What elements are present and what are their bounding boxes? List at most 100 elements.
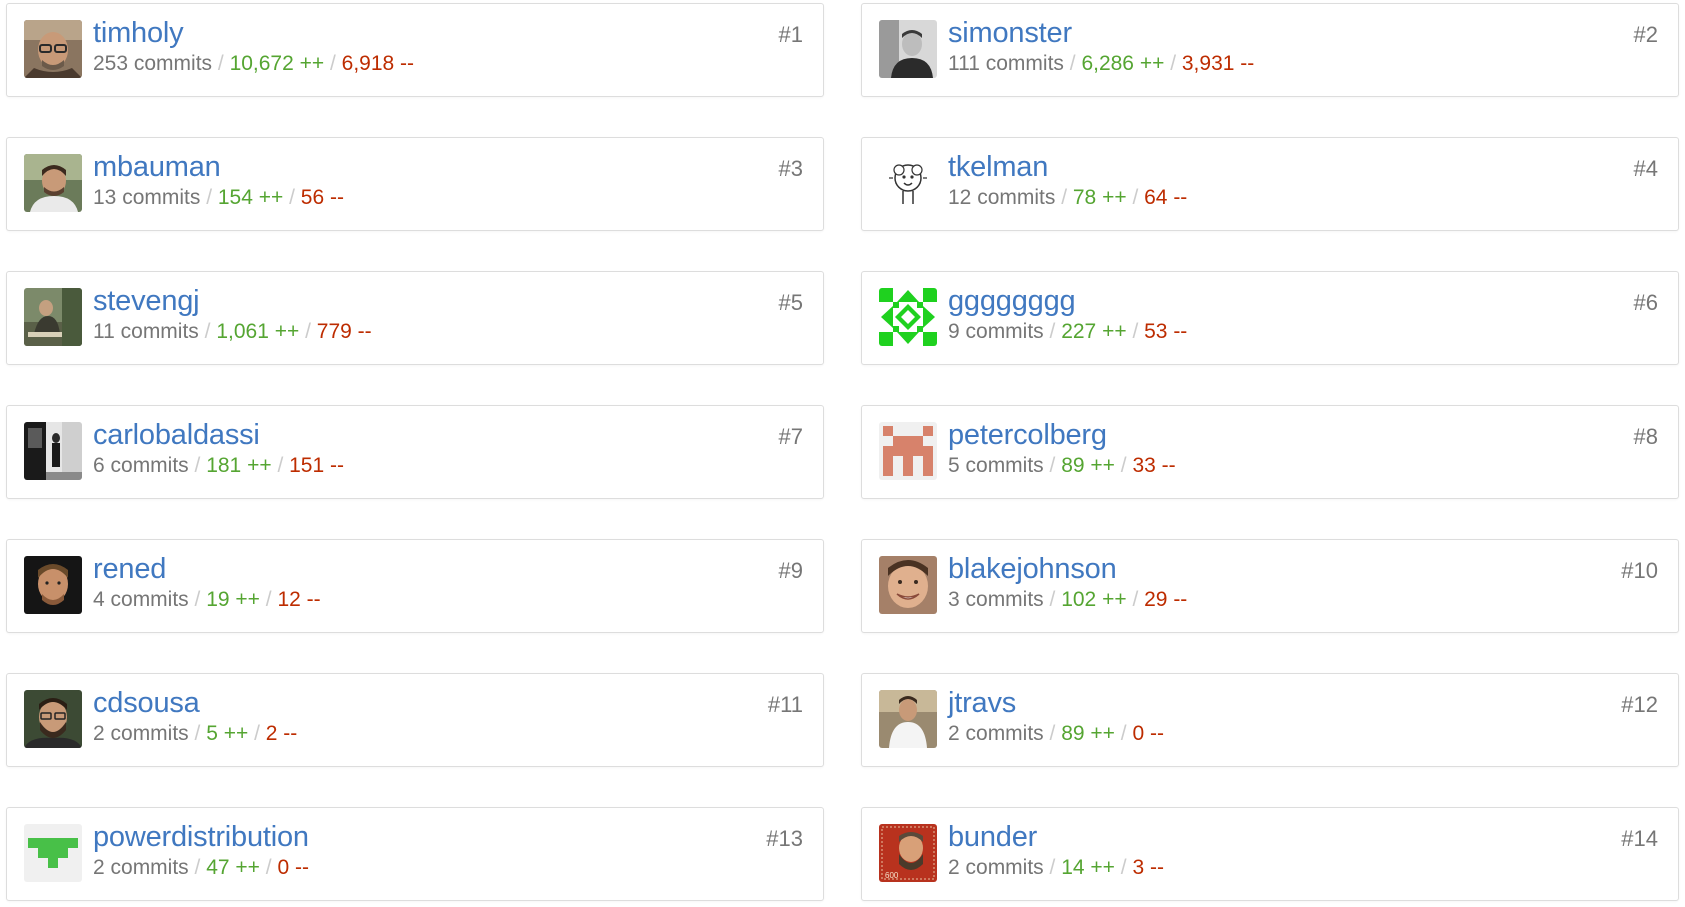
contributor-username-link[interactable]: bunder: [948, 820, 1037, 854]
contributor-username-link[interactable]: mbauman: [93, 150, 221, 184]
deletions-count: 29 --: [1144, 588, 1188, 611]
contributor-username-link[interactable]: jtravs: [948, 686, 1016, 720]
avatar[interactable]: [879, 690, 937, 748]
contributor-rank: #6: [1633, 290, 1658, 315]
avatar-image: [24, 20, 82, 78]
contributor-rank: #7: [778, 424, 803, 449]
avatar[interactable]: [24, 690, 82, 748]
stats-separator: /: [1049, 856, 1062, 879]
contributor-username-link[interactable]: cdsousa: [93, 686, 200, 720]
commits-count[interactable]: 5 commits: [948, 454, 1044, 477]
stats-separator: /: [1120, 454, 1133, 477]
contributor-username-link[interactable]: timholy: [93, 16, 184, 50]
stats-separator: /: [330, 52, 342, 75]
svg-text:600: 600: [885, 871, 899, 880]
avatar[interactable]: [24, 154, 82, 212]
commits-count[interactable]: 13 commits: [93, 186, 200, 209]
commits-count[interactable]: 9 commits: [948, 320, 1044, 343]
identicon-image: [24, 824, 82, 882]
stats-separator: /: [265, 588, 278, 611]
deletions-count: 0 --: [277, 856, 309, 879]
additions-count: 78 ++: [1072, 186, 1127, 209]
avatar[interactable]: [24, 20, 82, 78]
contributor-username-link[interactable]: tkelman: [948, 150, 1048, 184]
contributor-card: powerdistribution 2 commits / 47 ++ / 0 …: [6, 807, 824, 901]
contributor-username-link[interactable]: simonster: [948, 16, 1072, 50]
contributor-stats: 253 commits / 10,672 ++ / 6,918 --: [93, 51, 414, 77]
stats-separator: /: [1069, 52, 1082, 75]
commits-count[interactable]: 253 commits: [93, 52, 212, 75]
contributor-card: 600 bunder 2 commits / 14 ++ / 3 -- #14: [861, 807, 1679, 901]
contributor-username-link[interactable]: stevengj: [93, 284, 200, 318]
contributor-username-link[interactable]: carlobaldassi: [93, 418, 260, 452]
deletions-count: 151 --: [289, 454, 344, 477]
additions-count: 102 ++: [1061, 588, 1127, 611]
additions-count: 47 ++: [206, 856, 260, 879]
additions-count: 14 ++: [1061, 856, 1115, 879]
avatar-image: [879, 690, 937, 748]
avatar[interactable]: [879, 288, 937, 346]
deletions-count: 64 --: [1144, 186, 1188, 209]
contributor-card: stevengj 11 commits / 1,061 ++ / 779 -- …: [6, 271, 824, 365]
commits-count[interactable]: 2 commits: [93, 856, 189, 879]
avatar-image: [24, 154, 82, 212]
avatar[interactable]: [24, 422, 82, 480]
commits-count[interactable]: 11 commits: [93, 320, 199, 343]
contributor-card: simonster 111 commits / 6,286 ++ / 3,931…: [861, 3, 1679, 97]
commits-count[interactable]: 4 commits: [93, 588, 189, 611]
commits-count[interactable]: 6 commits: [93, 454, 189, 477]
avatar[interactable]: [879, 556, 937, 614]
stats-separator: /: [194, 856, 207, 879]
avatar[interactable]: [24, 824, 82, 882]
additions-count: 10,672 ++: [229, 52, 325, 75]
contributor-username-link[interactable]: powerdistribution: [93, 820, 309, 854]
avatar[interactable]: [879, 422, 937, 480]
additions-count: 5 ++: [206, 722, 249, 745]
avatar[interactable]: [879, 154, 937, 212]
commits-count[interactable]: 2 commits: [948, 856, 1044, 879]
contributor-username-link[interactable]: petercolberg: [948, 418, 1107, 452]
commits-count[interactable]: 12 commits: [948, 186, 1055, 209]
avatar[interactable]: 600: [879, 824, 937, 882]
commits-count[interactable]: 2 commits: [948, 722, 1044, 745]
contributor-stats: 2 commits / 89 ++ / 0 --: [948, 721, 1164, 747]
avatar[interactable]: [24, 556, 82, 614]
stats-separator: /: [1049, 454, 1062, 477]
deletions-count: 3,931 --: [1181, 52, 1255, 75]
contributor-username-link[interactable]: rened: [93, 552, 166, 586]
additions-count: 154 ++: [217, 186, 284, 209]
additions-count: 89 ++: [1061, 454, 1115, 477]
contributor-rank: #9: [778, 558, 803, 583]
avatar-image: [879, 556, 937, 614]
contributor-username-link[interactable]: blakejohnson: [948, 552, 1117, 586]
identicon-image: [879, 288, 937, 346]
contributor-stats: 4 commits / 19 ++ / 12 --: [93, 587, 321, 613]
avatar[interactable]: [24, 288, 82, 346]
avatar-image: 600: [879, 824, 937, 882]
commits-count[interactable]: 111 commits: [948, 52, 1064, 75]
contributor-stats: 9 commits / 227 ++ / 53 --: [948, 319, 1187, 345]
additions-count: 1,061 ++: [216, 320, 300, 343]
contributor-card: rened 4 commits / 19 ++ / 12 -- #9: [6, 539, 824, 633]
contributor-username-link[interactable]: gggggggg: [948, 284, 1076, 318]
avatar-image: [24, 422, 82, 480]
stats-separator: /: [1061, 186, 1073, 209]
contributor-rank: #11: [767, 692, 803, 717]
avatar-image: [879, 154, 937, 212]
commits-count[interactable]: 3 commits: [948, 588, 1044, 611]
stats-separator: /: [1049, 722, 1062, 745]
contributor-rank: #8: [1633, 424, 1658, 449]
contributor-rank: #14: [1621, 826, 1658, 851]
deletions-count: 53 --: [1144, 320, 1188, 343]
contributor-card: cdsousa 2 commits / 5 ++ / 2 -- #11: [6, 673, 824, 767]
additions-count: 181 ++: [206, 454, 272, 477]
stats-separator: /: [1049, 320, 1062, 343]
stats-separator: /: [1120, 856, 1133, 879]
commits-count[interactable]: 2 commits: [93, 722, 189, 745]
avatar[interactable]: [879, 20, 937, 78]
deletions-count: 779 --: [316, 320, 372, 343]
contributor-rank: #4: [1633, 156, 1658, 181]
contributor-rank: #1: [778, 22, 803, 47]
deletions-count: 56 --: [300, 186, 344, 209]
stats-separator: /: [1049, 588, 1062, 611]
